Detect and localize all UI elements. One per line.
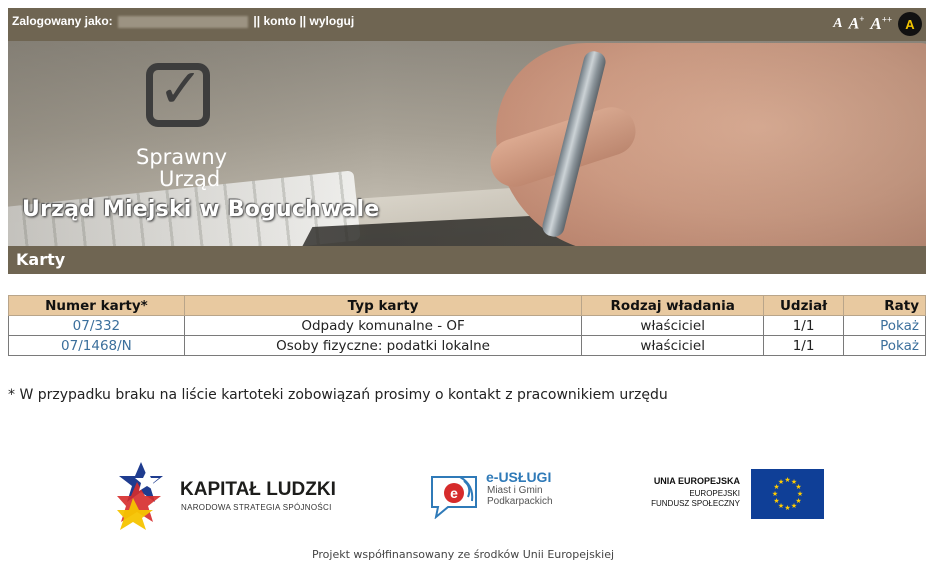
e-uslugi-subtitle-1: Miast i Gmin	[487, 485, 543, 496]
card-number-link[interactable]: 07/1468/N	[61, 338, 132, 354]
username-redacted	[118, 15, 249, 28]
show-installments-link[interactable]: Pokaż	[880, 338, 919, 354]
font-size-normal-button[interactable]: A	[833, 16, 842, 32]
table-row: 07/332 Odpady komunalne - OF właściciel …	[8, 315, 926, 336]
font-size-larger-label: A	[848, 15, 860, 33]
installments-cell: Pokaż	[843, 335, 926, 356]
funding-logos: KAPITAŁ LUDZKI NARODOWA STRATEGIA SPÓJNO…	[0, 455, 926, 535]
cofinancing-footer: Projekt współfinansowany ze środków Unii…	[311, 548, 615, 561]
separator: ||	[253, 14, 261, 28]
top-bar: Zalogowany jako: || konto || wyloguj A A…	[8, 8, 926, 41]
card-number-cell: 07/332	[8, 315, 185, 336]
kapital-ludzki-logo-icon	[117, 462, 163, 530]
card-type-cell: Osoby fizyczne: podatki lokalne	[183, 335, 583, 356]
separator: ||	[299, 14, 307, 28]
font-size-larger-button[interactable]: A+	[849, 14, 865, 33]
table-header-row: Numer karty* Typ karty Rodzaj władania U…	[8, 295, 926, 316]
login-label: Zalogowany jako:	[12, 14, 113, 28]
share-cell: 1/1	[763, 335, 845, 356]
login-info: Zalogowany jako: || konto || wyloguj	[12, 14, 354, 28]
section-title: Karty	[16, 250, 66, 269]
e-uslugi-logo-icon: e	[431, 476, 477, 519]
svg-text:★: ★	[773, 497, 779, 505]
font-size-larger-sup: +	[859, 14, 865, 25]
cards-table: Numer karty* Typ karty Rodzaj władania U…	[8, 295, 926, 356]
card-type-cell: Odpady komunalne - OF	[183, 315, 583, 336]
brand-line2: Urząd	[159, 167, 221, 191]
svg-text:e: e	[450, 485, 458, 501]
logout-link[interactable]: wyloguj	[310, 14, 355, 28]
eu-fund-line1: EUROPEJSKI	[689, 489, 740, 498]
font-size-controls: A A+ A++ A	[833, 12, 922, 36]
eu-union-title: UNIA EUROPEJSKA	[653, 476, 740, 486]
font-size-largest-sup: ++	[881, 14, 892, 25]
office-name: Urząd Miejski w Boguchwale	[22, 197, 380, 222]
eu-fund-line2: FUNDUSZ SPOŁECZNY	[651, 499, 740, 508]
account-link[interactable]: konto	[263, 14, 296, 28]
font-size-largest-button[interactable]: A++	[870, 14, 892, 34]
svg-text:★: ★	[784, 504, 790, 512]
brand-line1: Sprawny	[136, 145, 228, 169]
header-banner: ✓ Sprawny Urząd Urząd Miejski w Boguchwa…	[8, 41, 926, 246]
card-number-link[interactable]: 07/332	[73, 318, 121, 334]
column-header-udzial: Udział	[763, 295, 845, 316]
checkmark-icon: ✓	[158, 57, 204, 120]
show-installments-link[interactable]: Pokaż	[880, 318, 919, 334]
column-header-raty: Raty	[843, 295, 926, 316]
svg-text:★: ★	[778, 478, 784, 486]
ownership-cell: właściciel	[581, 315, 765, 336]
font-size-largest-label: A	[870, 14, 882, 33]
eu-flag-icon: ★ ★★ ★★★ ★★★ ★★★	[751, 469, 824, 519]
svg-text:★: ★	[791, 502, 797, 510]
e-uslugi-title: e-USŁUGI	[486, 469, 552, 485]
missing-records-note: * W przypadku braku na liście kartoteki …	[8, 387, 668, 403]
column-header-numer: Numer karty*	[8, 295, 185, 316]
card-number-cell: 07/1468/N	[8, 335, 185, 356]
kapital-ludzki-subtitle: NARODOWA STRATEGIA SPÓJNOŚCI	[181, 503, 332, 512]
ownership-cell: właściciel	[581, 335, 765, 356]
section-header: Karty	[8, 246, 926, 274]
svg-text:★: ★	[784, 476, 790, 484]
e-uslugi-subtitle-2: Podkarpackich	[487, 496, 553, 507]
column-header-typ: Typ karty	[183, 295, 583, 316]
font-size-normal-label: A	[833, 16, 843, 31]
column-header-rodzaj: Rodzaj władania	[581, 295, 765, 316]
kapital-ludzki-title: KAPITAŁ LUDZKI	[180, 479, 336, 500]
installments-cell: Pokaż	[843, 315, 926, 336]
svg-text:★: ★	[772, 490, 778, 498]
share-cell: 1/1	[763, 315, 845, 336]
contrast-button[interactable]: A	[898, 12, 922, 36]
table-row: 07/1468/N Osoby fizyczne: podatki lokaln…	[8, 335, 926, 356]
